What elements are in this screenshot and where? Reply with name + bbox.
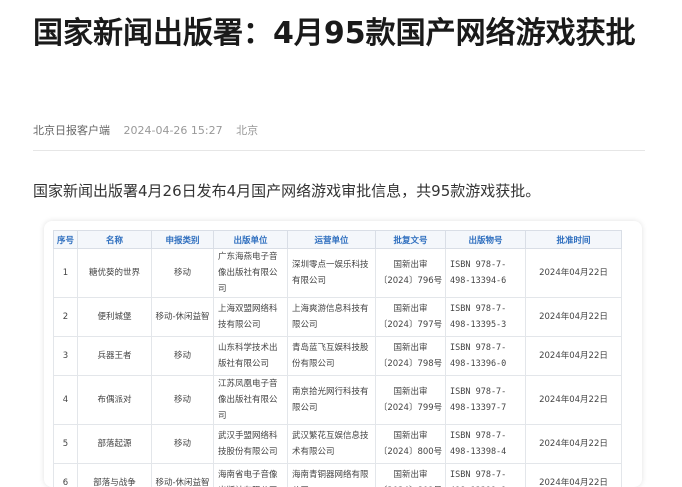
- table-row: 1 糖优葵的世界 移动 广东海燕电子音像出版社有限公司 深圳零点一娱乐科技有限公…: [53, 248, 622, 298]
- cell-isbn: ISBN 978-7-498-13399-1: [445, 463, 526, 487]
- cell-approval-no: 国新出审〔2024〕796号: [375, 248, 446, 298]
- article-source[interactable]: 北京日报客户端: [33, 124, 110, 137]
- header-cell: 运营单位: [287, 230, 376, 249]
- cell-operator: 武汉繁花互娱信息技术有限公司: [287, 424, 376, 464]
- cell-approval-no: 国新出审〔2024〕799号: [375, 375, 446, 425]
- header-cell: 批复文号: [375, 230, 446, 249]
- cell-category: 移动: [151, 336, 214, 376]
- games-table: 序号 名称 申报类别 出版单位 运营单位 批复文号 出版物号 批准时间 1 糖优…: [53, 230, 622, 487]
- cell-isbn: ISBN 978-7-498-13395-3: [445, 297, 526, 337]
- cell-date: 2024年04月22日: [525, 424, 622, 464]
- cell-publisher: 海南省电子音像出版社有限公司: [213, 463, 288, 487]
- cell-name: 部落起源: [77, 424, 152, 464]
- article: 国家新闻出版署：4月95款国产网络游戏获批 北京日报客户端 2024-04-26…: [0, 0, 682, 487]
- article-title: 国家新闻出版署：4月95款国产网络游戏获批: [33, 16, 636, 51]
- cell-index: 2: [53, 297, 78, 337]
- cell-approval-no: 国新出审〔2024〕801号: [375, 463, 446, 487]
- cell-category: 移动: [151, 375, 214, 425]
- header-cell: 出版物号: [445, 230, 526, 249]
- article-meta: 北京日报客户端 2024-04-26 15:27 北京: [33, 122, 268, 138]
- cell-publisher: 山东科学技术出版社有限公司: [213, 336, 288, 376]
- article-time: 2024-04-26 15:27: [123, 124, 223, 137]
- article-lead: 国家新闻出版署4月26日发布4月国产网络游戏审批信息，共95款游戏获批。: [33, 182, 541, 200]
- header-cell: 批准时间: [525, 230, 622, 249]
- cell-category: 移动-休闲益智: [151, 297, 214, 337]
- header-cell: 申报类别: [151, 230, 214, 249]
- cell-isbn: ISBN 978-7-498-13394-6: [445, 248, 526, 298]
- cell-operator: 深圳零点一娱乐科技有限公司: [287, 248, 376, 298]
- table-row: 3 兵器王者 移动 山东科学技术出版社有限公司 青岛蓝飞互娱科技股份有限公司 国…: [53, 336, 622, 376]
- cell-name: 糖优葵的世界: [77, 248, 152, 298]
- cell-index: 1: [53, 248, 78, 298]
- cell-index: 6: [53, 463, 78, 487]
- header-cell: 名称: [77, 230, 152, 249]
- table-row: 4 布偶派对 移动 江苏凤凰电子音像出版社有限公司 南京拾光网行科技有限公司 国…: [53, 375, 622, 425]
- cell-approval-no: 国新出审〔2024〕798号: [375, 336, 446, 376]
- cell-date: 2024年04月22日: [525, 375, 622, 425]
- cell-approval-no: 国新出审〔2024〕800号: [375, 424, 446, 464]
- cell-category: 移动-休闲益智: [151, 463, 214, 487]
- cell-name: 便利城堡: [77, 297, 152, 337]
- cell-approval-no: 国新出审〔2024〕797号: [375, 297, 446, 337]
- cell-date: 2024年04月22日: [525, 297, 622, 337]
- cell-publisher: 江苏凤凰电子音像出版社有限公司: [213, 375, 288, 425]
- cell-index: 5: [53, 424, 78, 464]
- header-cell: 序号: [53, 230, 78, 249]
- table-card: 序号 名称 申报类别 出版单位 运营单位 批复文号 出版物号 批准时间 1 糖优…: [44, 221, 642, 487]
- table-header-row: 序号 名称 申报类别 出版单位 运营单位 批复文号 出版物号 批准时间: [53, 230, 622, 249]
- cell-operator: 上海爽游信息科技有限公司: [287, 297, 376, 337]
- cell-operator: 青岛蓝飞互娱科技股份有限公司: [287, 336, 376, 376]
- cell-name: 布偶派对: [77, 375, 152, 425]
- table-row: 5 部落起源 移动 武汉手盟网络科技股份有限公司 武汉繁花互娱信息技术有限公司 …: [53, 424, 622, 464]
- cell-index: 4: [53, 375, 78, 425]
- cell-date: 2024年04月22日: [525, 463, 622, 487]
- cell-isbn: ISBN 978-7-498-13397-7: [445, 375, 526, 425]
- cell-publisher: 武汉手盟网络科技股份有限公司: [213, 424, 288, 464]
- divider: [33, 150, 645, 151]
- cell-category: 移动: [151, 424, 214, 464]
- cell-name: 部落与战争: [77, 463, 152, 487]
- cell-category: 移动: [151, 248, 214, 298]
- cell-date: 2024年04月22日: [525, 248, 622, 298]
- cell-operator: 海南青铜器网络有限公司: [287, 463, 376, 487]
- cell-name: 兵器王者: [77, 336, 152, 376]
- cell-index: 3: [53, 336, 78, 376]
- table-row: 6 部落与战争 移动-休闲益智 海南省电子音像出版社有限公司 海南青铜器网络有限…: [53, 463, 622, 487]
- cell-date: 2024年04月22日: [525, 336, 622, 376]
- cell-operator: 南京拾光网行科技有限公司: [287, 375, 376, 425]
- table-row: 2 便利城堡 移动-休闲益智 上海双盟网络科技有限公司 上海爽游信息科技有限公司…: [53, 297, 622, 337]
- header-cell: 出版单位: [213, 230, 288, 249]
- cell-isbn: ISBN 978-7-498-13398-4: [445, 424, 526, 464]
- cell-isbn: ISBN 978-7-498-13396-0: [445, 336, 526, 376]
- cell-publisher: 广东海燕电子音像出版社有限公司: [213, 248, 288, 298]
- cell-publisher: 上海双盟网络科技有限公司: [213, 297, 288, 337]
- article-location: 北京: [236, 124, 259, 137]
